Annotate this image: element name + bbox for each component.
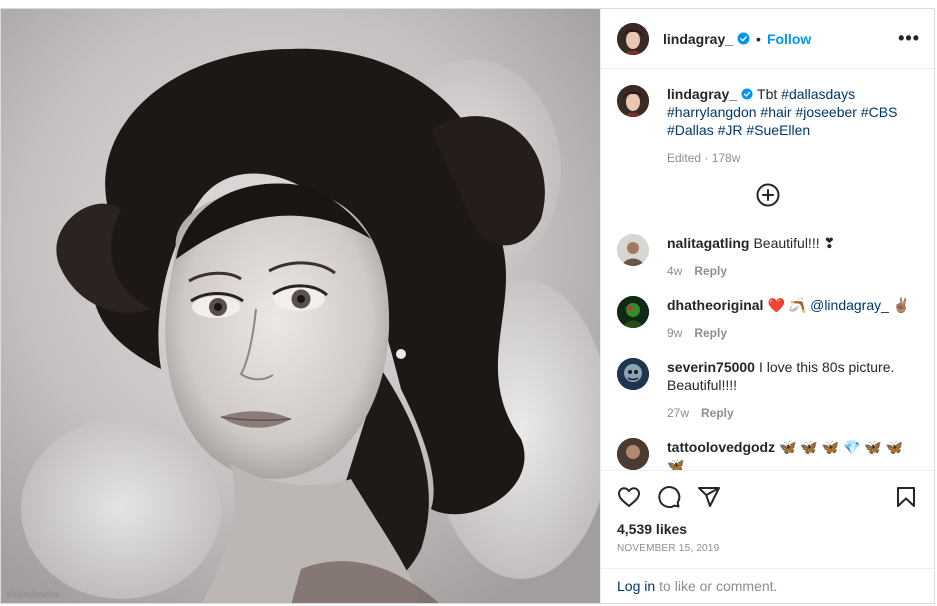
commenter-avatar[interactable] <box>617 296 649 328</box>
reply-button[interactable]: Reply <box>701 406 734 420</box>
comment-item: severin75000 I love this 80s picture. Bea… <box>617 358 918 422</box>
load-more-comments-button[interactable] <box>617 183 918 212</box>
instagram-post: dallasfanzine lindagray_ • Follow ••• li… <box>0 8 935 604</box>
comment-text: ❤️ 🪃 <box>767 297 811 313</box>
comment-meta: 9w Reply <box>667 324 910 342</box>
commenter-avatar[interactable] <box>617 234 649 266</box>
login-prompt: Log in to like or comment. <box>601 568 934 603</box>
hashtag-link[interactable]: #dallasdays <box>781 86 855 102</box>
reply-button[interactable]: Reply <box>694 264 727 278</box>
share-paper-plane-icon[interactable] <box>697 485 721 509</box>
comment-username[interactable]: tattoolovedgodz <box>667 439 775 455</box>
author-username[interactable]: lindagray_ <box>663 31 733 47</box>
login-prompt-text: to like or comment. <box>659 578 778 594</box>
comment-body: dhatheoriginal ❤️ 🪃 @lindagray_ ✌🏽 9w Repl… <box>667 296 910 342</box>
verified-badge-icon <box>737 32 750 45</box>
post-photo[interactable]: dallasfanzine <box>1 9 600 603</box>
comments-section[interactable]: lindagray_ Tbt #dallasdays #harrylangdon … <box>601 69 934 470</box>
comment-meta: 27w Reply <box>667 404 918 422</box>
comment-age: 9w <box>667 326 683 340</box>
like-heart-icon[interactable] <box>617 485 641 509</box>
login-link[interactable]: Log in <box>617 578 655 594</box>
commenter-avatar[interactable] <box>617 358 649 390</box>
portrait-image <box>1 9 600 603</box>
comment-username[interactable]: nalitagatling <box>667 235 749 251</box>
comment-age: 27w <box>667 406 690 420</box>
comment-text-suffix: ✌🏽 <box>888 297 911 313</box>
post-actions: 4,539 likes NOVEMBER 15, 2019 <box>601 470 934 554</box>
comment-age: 4w <box>667 264 683 278</box>
comment-item: dhatheoriginal ❤️ 🪃 @lindagray_ ✌🏽 9w Repl… <box>617 296 918 342</box>
post-date[interactable]: NOVEMBER 15, 2019 <box>617 543 918 554</box>
reply-button[interactable]: Reply <box>694 326 727 340</box>
hashtag-link[interactable]: #joseeber <box>795 104 857 120</box>
caption-avatar[interactable] <box>617 85 649 117</box>
hashtag-link[interactable]: #JR <box>718 122 743 138</box>
comment-item: tattoolovedgodz 🦋 🦋 🦋 💎 🦋 🦋 🦋 <box>617 438 918 470</box>
hashtag-link[interactable]: #SueEllen <box>746 122 810 138</box>
separator-dot: • <box>756 30 761 47</box>
hashtag-link[interactable]: #hair <box>760 104 791 120</box>
more-options-icon[interactable]: ••• <box>898 28 920 49</box>
comment-body: nalitagatling Beautiful!!! ❣ 4w Reply <box>667 234 835 280</box>
plus-circle-icon <box>756 183 779 207</box>
comment-body: severin75000 I love this 80s picture. Bea… <box>667 358 918 422</box>
post-header: lindagray_ • Follow ••• <box>601 9 934 69</box>
follow-button[interactable]: Follow <box>767 31 811 47</box>
comment-meta: 4w Reply <box>667 262 835 280</box>
comment-username[interactable]: dhatheoriginal <box>667 297 763 313</box>
comment-username[interactable]: severin75000 <box>667 359 755 375</box>
comment-item: nalitagatling Beautiful!!! ❣ 4w Reply <box>617 234 918 280</box>
photo-watermark: dallasfanzine <box>7 590 61 599</box>
verified-badge-icon <box>741 88 753 100</box>
action-icons <box>617 477 918 517</box>
save-bookmark-icon[interactable] <box>894 485 918 509</box>
comment-text: Beautiful!!! ❣ <box>753 235 836 251</box>
author-avatar[interactable] <box>617 22 649 55</box>
hashtag-link[interactable]: #harrylangdon <box>667 104 757 120</box>
caption: lindagray_ Tbt #dallasdays #harrylangdon … <box>617 85 918 167</box>
caption-body: lindagray_ Tbt #dallasdays #harrylangdon … <box>667 85 918 167</box>
comment-body: tattoolovedgodz 🦋 🦋 🦋 💎 🦋 🦋 🦋 <box>667 438 918 470</box>
like-count[interactable]: 4,539 likes <box>617 521 918 537</box>
hashtag-link[interactable]: #CBS <box>861 104 898 120</box>
caption-username[interactable]: lindagray_ <box>667 86 737 102</box>
mention-link[interactable]: @lindagray_ <box>810 297 889 313</box>
caption-text: Tbt <box>757 86 778 102</box>
hashtag-link[interactable]: #Dallas <box>667 122 714 138</box>
caption-meta: Edited · 178w <box>667 151 741 165</box>
comment-bubble-icon[interactable] <box>657 485 681 509</box>
post-sidebar: lindagray_ • Follow ••• lindagray_ Tbt #… <box>600 9 934 603</box>
commenter-avatar[interactable] <box>617 438 649 470</box>
